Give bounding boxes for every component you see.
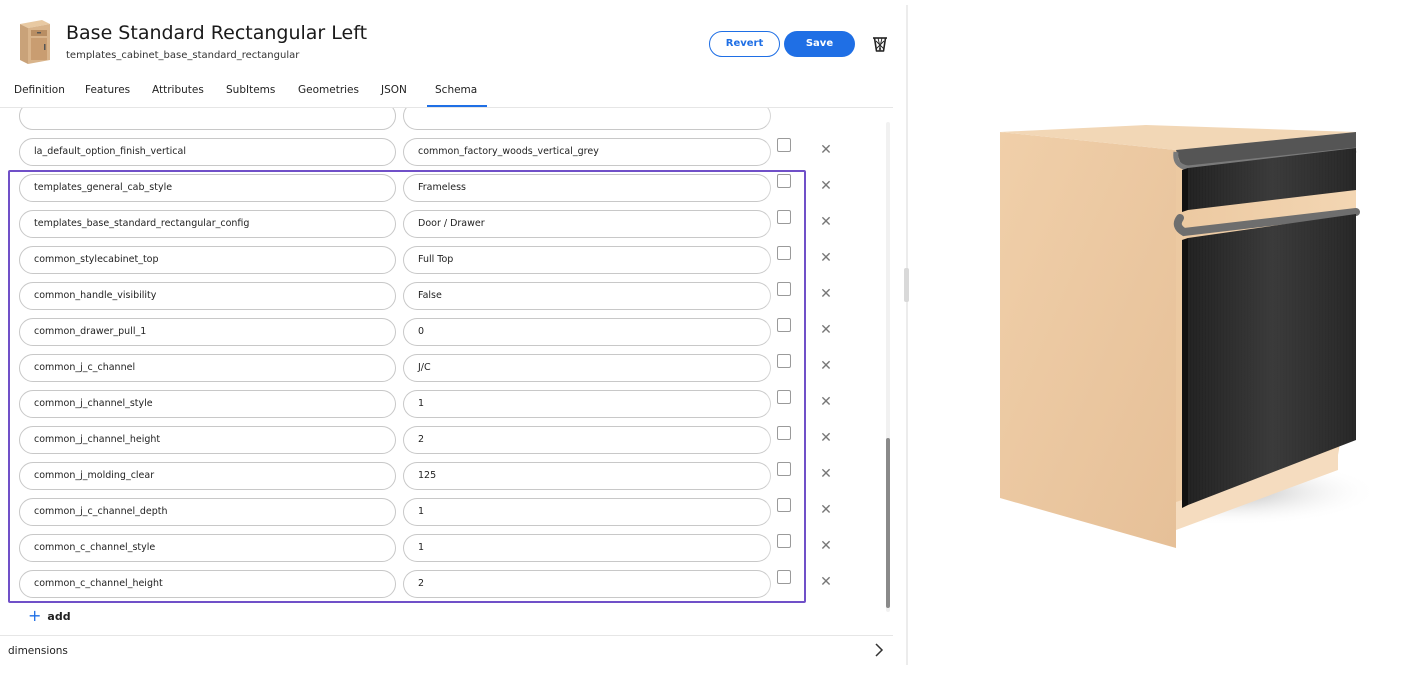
row-key-field[interactable]: common_j_channel_style [19, 390, 396, 418]
row-key-field[interactable]: common_j_channel_height [19, 426, 396, 454]
row-value-field[interactable]: 2 [403, 426, 771, 454]
scrollbar-thumb[interactable] [886, 438, 890, 608]
row-key-field[interactable]: common_c_channel_height [19, 570, 396, 598]
tab-geometries[interactable]: Geometries [298, 84, 359, 96]
tab-schema[interactable]: Schema [435, 84, 477, 96]
remove-row-icon[interactable]: ✕ [818, 574, 834, 590]
tab-features[interactable]: Features [85, 84, 130, 96]
remove-row-icon[interactable]: ✕ [818, 286, 834, 302]
remove-row-icon[interactable]: ✕ [818, 394, 834, 410]
tab-json[interactable]: JSON [381, 84, 407, 96]
page-title: Base Standard Rectangular Left [66, 22, 368, 44]
row-value-field[interactable]: 1 [403, 534, 771, 562]
row-checkbox[interactable] [777, 534, 791, 548]
row-key-field[interactable]: common_handle_visibility [19, 282, 396, 310]
row-checkbox[interactable] [777, 318, 791, 332]
row-value-field[interactable]: False [403, 282, 771, 310]
add-label: add [47, 610, 71, 623]
remove-row-icon[interactable]: ✕ [818, 214, 834, 230]
row-checkbox[interactable] [777, 390, 791, 404]
row-value-field[interactable] [403, 108, 771, 130]
remove-row-icon[interactable]: ✕ [818, 322, 834, 338]
row-key-field[interactable]: common_j_c_channel_depth [19, 498, 396, 526]
remove-row-icon[interactable]: ✕ [818, 430, 834, 446]
editor-panel: Base Standard Rectangular Left templates… [0, 0, 905, 676]
row-value-field[interactable]: 1 [403, 498, 771, 526]
chevron-right-icon[interactable] [872, 641, 886, 659]
row-key-field[interactable]: common_drawer_pull_1 [19, 318, 396, 346]
row-value-field[interactable]: J/C [403, 354, 771, 382]
remove-row-icon[interactable]: ✕ [818, 250, 834, 266]
section-divider [0, 635, 893, 636]
row-key-field[interactable]: common_j_molding_clear [19, 462, 396, 490]
save-button[interactable]: Save [784, 31, 855, 57]
row-checkbox[interactable] [777, 282, 791, 296]
row-checkbox[interactable] [777, 138, 791, 152]
panel-splitter [906, 5, 908, 665]
row-checkbox[interactable] [777, 426, 791, 440]
row-value-field[interactable]: Full Top [403, 246, 771, 274]
row-value-field[interactable]: Door / Drawer [403, 210, 771, 238]
row-key-field[interactable]: common_j_c_channel [19, 354, 396, 382]
tab-attributes[interactable]: Attributes [152, 84, 204, 96]
cabinet-3d-preview[interactable] [960, 110, 1400, 570]
row-key-field[interactable]: templates_general_cab_style [19, 174, 396, 202]
page-subtitle: templates_cabinet_base_standard_rectangu… [66, 50, 300, 61]
remove-row-icon[interactable]: ✕ [818, 358, 834, 374]
row-value-field[interactable]: 1 [403, 390, 771, 418]
remove-row-icon[interactable]: ✕ [818, 178, 834, 194]
schema-list[interactable]: la_default_option_finish_vertical common… [0, 108, 893, 628]
row-value-field[interactable]: 0 [403, 318, 771, 346]
row-checkbox[interactable] [777, 498, 791, 512]
row-value-field[interactable]: 125 [403, 462, 771, 490]
row-checkbox[interactable] [777, 174, 791, 188]
app-root: Base Standard Rectangular Left templates… [0, 0, 1414, 676]
row-value-field[interactable]: common_factory_woods_vertical_grey [403, 138, 771, 166]
add-row-button[interactable]: + add [28, 606, 71, 625]
row-key-field[interactable] [19, 108, 396, 130]
row-key-field[interactable]: la_default_option_finish_vertical [19, 138, 396, 166]
row-key-field[interactable]: templates_base_standard_rectangular_conf… [19, 210, 396, 238]
row-checkbox[interactable] [777, 246, 791, 260]
row-checkbox[interactable] [777, 570, 791, 584]
row-checkbox[interactable] [777, 462, 791, 476]
row-checkbox[interactable] [777, 210, 791, 224]
remove-row-icon[interactable]: ✕ [818, 142, 834, 158]
row-key-field[interactable]: common_stylecabinet_top [19, 246, 396, 274]
remove-row-icon[interactable]: ✕ [818, 502, 834, 518]
row-value-field[interactable]: Frameless [403, 174, 771, 202]
tab-subitems[interactable]: SubItems [226, 84, 275, 96]
splitter-handle[interactable] [904, 268, 909, 302]
row-value-field[interactable]: 2 [403, 570, 771, 598]
remove-row-icon[interactable]: ✕ [818, 538, 834, 554]
dimensions-section-label[interactable]: dimensions [8, 645, 68, 657]
trash-icon[interactable] [870, 34, 890, 54]
cabinet-thumbnail-icon [20, 20, 50, 64]
tab-definition[interactable]: Definition [14, 84, 65, 96]
remove-row-icon[interactable]: ✕ [818, 466, 834, 482]
row-checkbox[interactable] [777, 354, 791, 368]
revert-button[interactable]: Revert [709, 31, 780, 57]
plus-icon: + [28, 606, 42, 625]
row-key-field[interactable]: common_c_channel_style [19, 534, 396, 562]
